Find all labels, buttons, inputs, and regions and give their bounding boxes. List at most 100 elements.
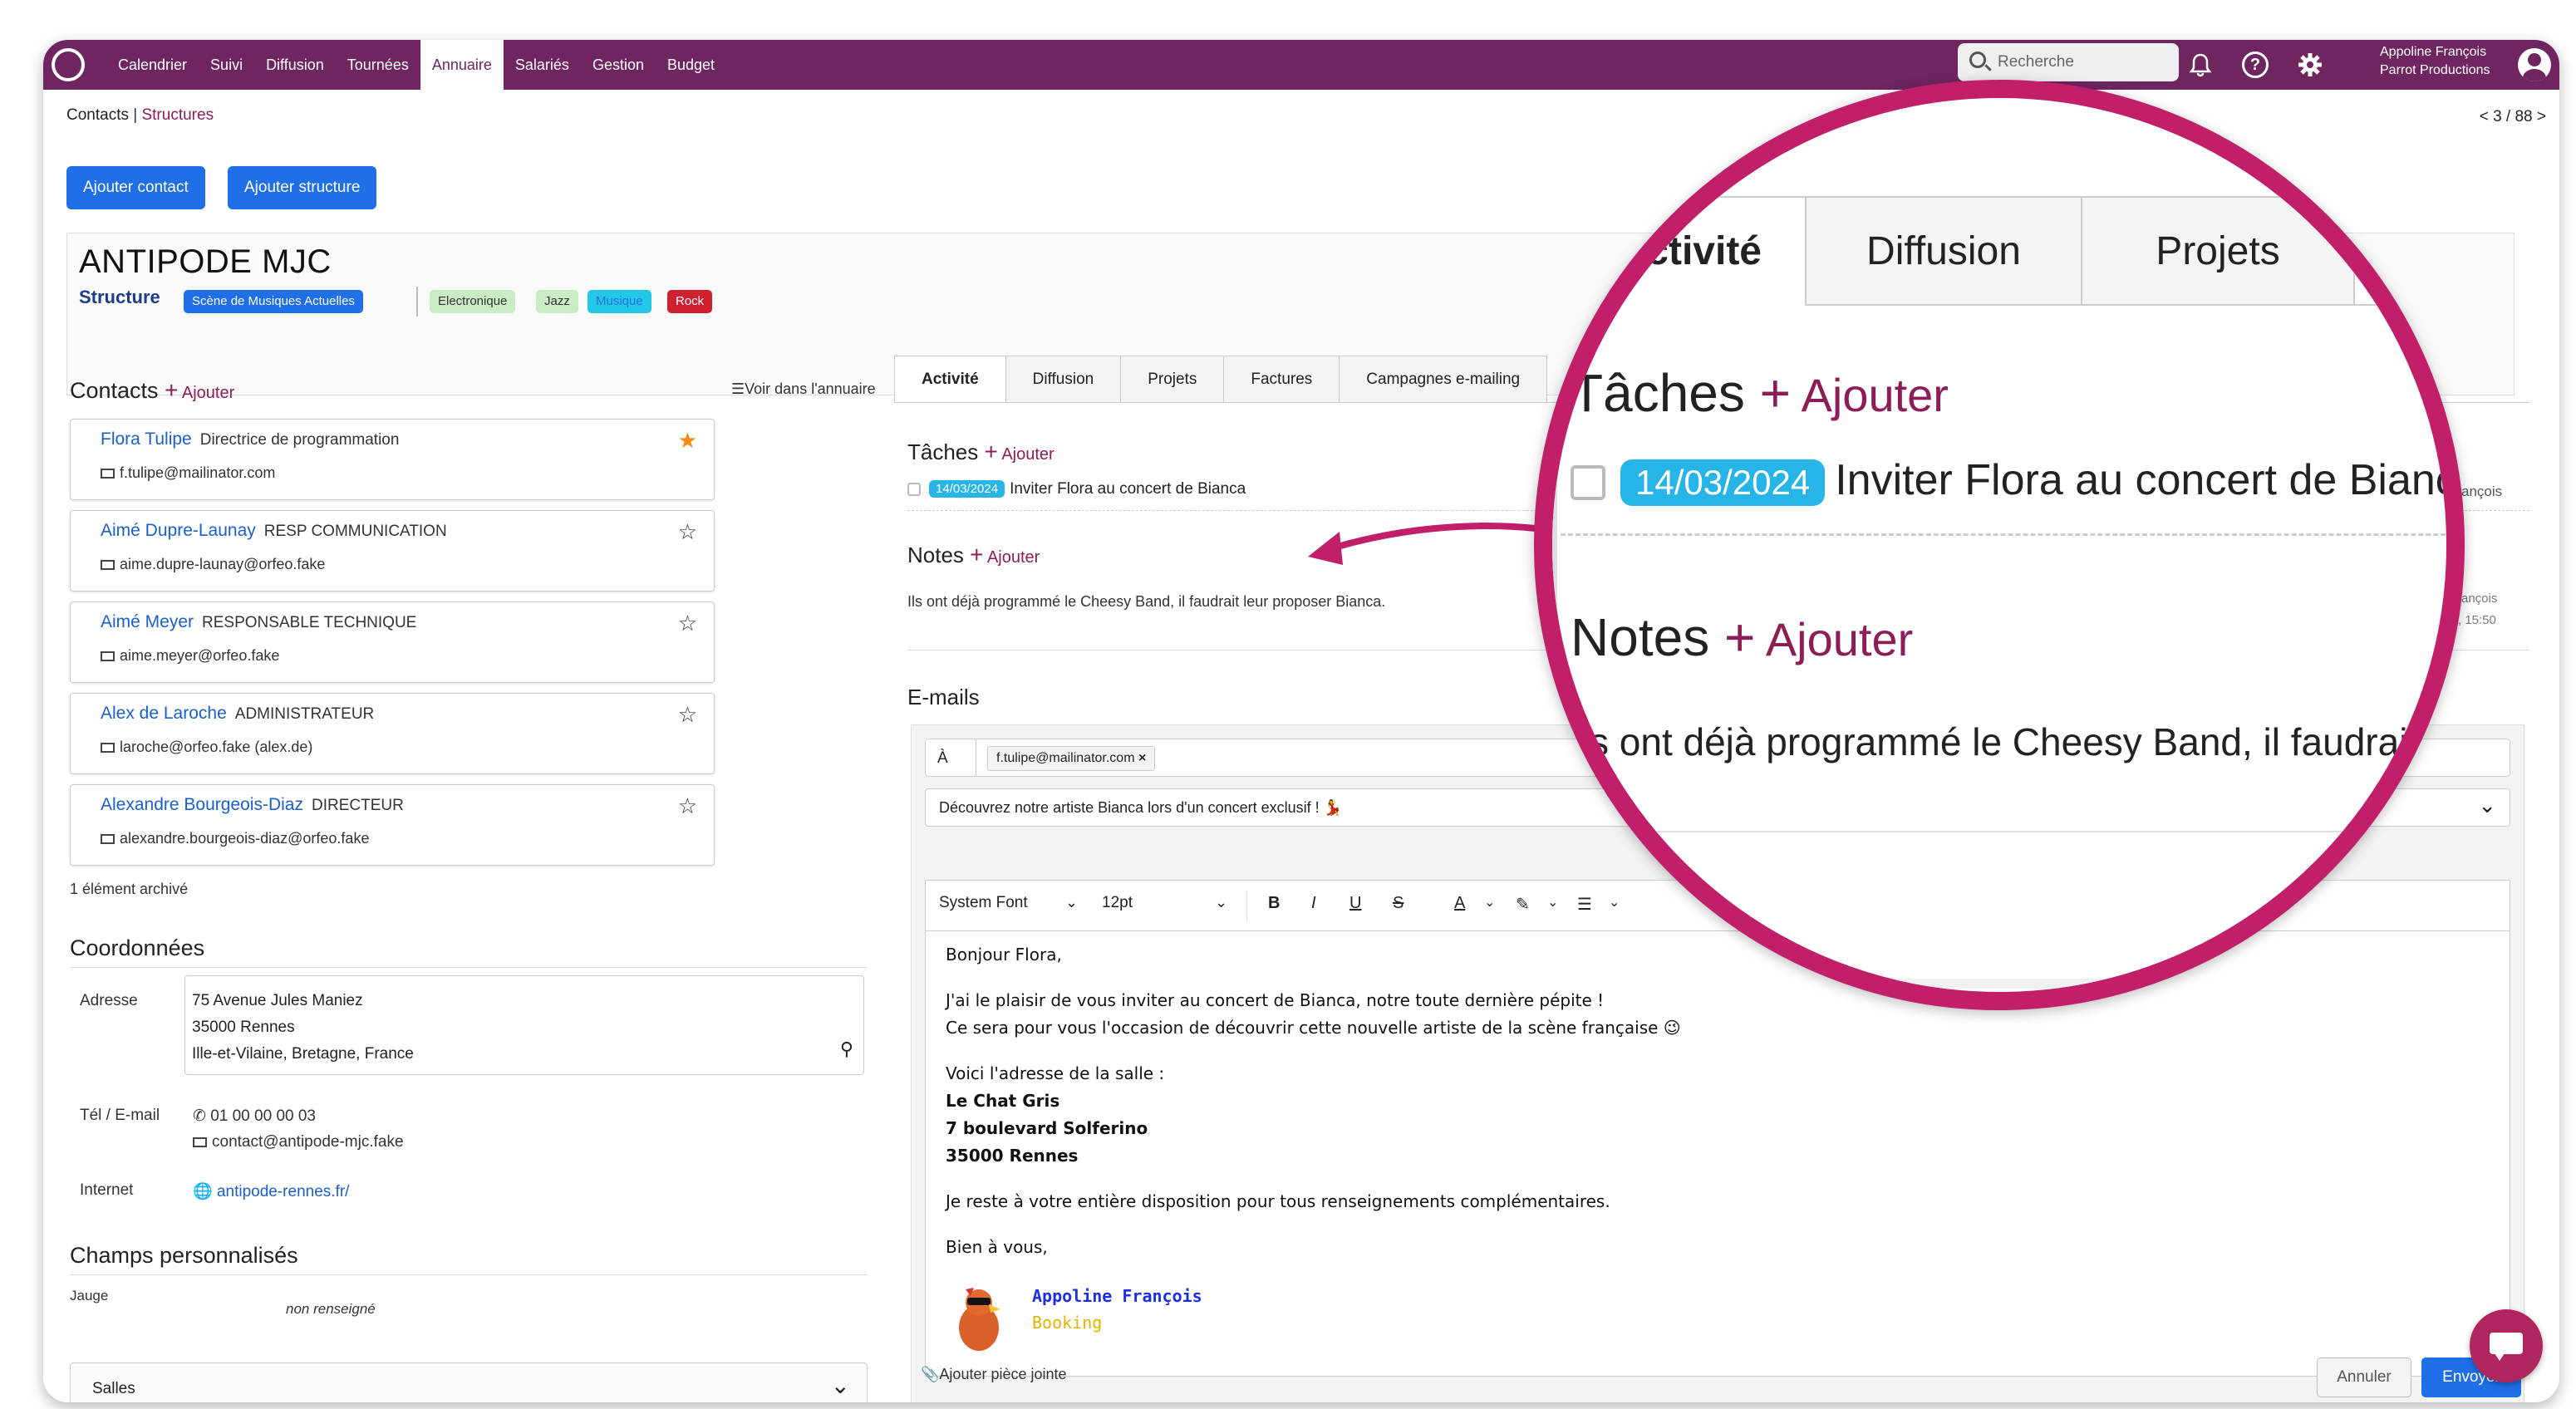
nav-tournees[interactable]: Tournées bbox=[336, 40, 420, 90]
contact-email[interactable]: aime.meyer@orfeo.fake bbox=[120, 647, 279, 664]
divider bbox=[1552, 304, 1805, 306]
strikethrough-icon[interactable]: S bbox=[1393, 894, 1404, 913]
map-pin-icon[interactable]: ⚲ bbox=[840, 1036, 853, 1063]
nav-salaries[interactable]: Salariés bbox=[504, 40, 581, 90]
add-contact-link-label: Ajouter bbox=[181, 384, 235, 402]
contact-name[interactable]: Alexandre Bourgeois-Diaz bbox=[101, 795, 303, 814]
chat-support-icon[interactable] bbox=[2470, 1309, 2543, 1382]
nav-suivi[interactable]: Suivi bbox=[199, 40, 254, 90]
zoom-task-date: 14/03/2024 bbox=[1620, 459, 1826, 507]
signature-role: Booking bbox=[1032, 1313, 1103, 1333]
divider bbox=[1561, 831, 2446, 832]
contact-email[interactable]: f.tulipe@mailinator.com bbox=[120, 464, 275, 481]
add-contact-link[interactable]: + Ajouter bbox=[165, 377, 235, 403]
website-link[interactable]: antipode-rennes.fr/ bbox=[217, 1183, 350, 1200]
chevron-down-icon[interactable]: ⌄ bbox=[2478, 793, 2496, 818]
parrot-logo bbox=[959, 1288, 1000, 1351]
star-outline-icon[interactable]: ☆ bbox=[678, 611, 697, 636]
italic-icon[interactable]: I bbox=[1311, 894, 1316, 913]
nav-gestion[interactable]: Gestion bbox=[581, 40, 656, 90]
tab-factures[interactable]: Factures bbox=[1223, 356, 1340, 402]
note-text[interactable]: Ils ont déjà programmé le Cheesy Band, i… bbox=[907, 593, 1385, 611]
phone-value[interactable]: 01 00 00 00 03 bbox=[210, 1107, 316, 1125]
notes-title: Notes bbox=[907, 542, 964, 567]
notes-heading: Notes + Ajouter bbox=[907, 542, 1040, 568]
contact-card[interactable]: Alexandre Bourgeois-Diaz DIRECTEUR alexan… bbox=[70, 784, 715, 866]
email-body-editor[interactable]: Bonjour Flora, J'ai le plaisir de vous i… bbox=[925, 931, 2510, 1377]
chevron-down-icon[interactable]: ⌄ bbox=[1609, 894, 1620, 911]
zoom-notes-title: Notes bbox=[1571, 607, 1710, 667]
view-directory-label: Voir dans l'annuaire bbox=[745, 380, 876, 397]
star-outline-icon[interactable]: ☆ bbox=[678, 519, 697, 545]
contact-name[interactable]: Flora Tulipe bbox=[101, 430, 192, 449]
star-outline-icon[interactable]: ☆ bbox=[678, 793, 697, 819]
breadcrumb-structures[interactable]: Structures bbox=[141, 106, 214, 124]
task-checkbox[interactable] bbox=[907, 482, 921, 496]
add-note-label: Ajouter bbox=[986, 548, 1040, 567]
venue-city: 35000 Rennes bbox=[946, 1146, 1079, 1166]
tab-projets[interactable]: Projets bbox=[1120, 356, 1225, 402]
view-directory-link[interactable]: ☰Voir dans l'annuaire bbox=[731, 380, 876, 398]
breadcrumb-contacts[interactable]: Contacts bbox=[66, 106, 129, 124]
email-closing: Bien à vous, bbox=[946, 1237, 1048, 1257]
contact-name[interactable]: Alex de Laroche bbox=[101, 704, 227, 723]
underline-icon[interactable]: U bbox=[1349, 894, 1361, 913]
structure-name: ANTIPODE MJC bbox=[79, 243, 332, 280]
tab-campagnes[interactable]: Campagnes e-mailing bbox=[1339, 356, 1548, 402]
add-contact-button[interactable]: Ajouter contact bbox=[66, 166, 205, 209]
recipient-chip[interactable]: f.tulipe@mailinator.com × bbox=[987, 746, 1156, 771]
zoom-tab-activite: ctivité bbox=[1552, 196, 1807, 304]
add-note-link[interactable]: + Ajouter bbox=[970, 542, 1040, 567]
to-label: À bbox=[937, 749, 948, 767]
nav-annuaire[interactable]: Annuaire bbox=[420, 40, 504, 90]
star-outline-icon[interactable]: ☆ bbox=[678, 702, 697, 728]
attach-label: Ajouter pièce jointe bbox=[939, 1366, 1067, 1382]
chevron-down-icon[interactable]: ⌄ bbox=[1065, 894, 1078, 911]
star-icon[interactable]: ★ bbox=[678, 428, 697, 454]
contact-email[interactable]: aime.dupre-launay@orfeo.fake bbox=[120, 556, 325, 572]
contact-name[interactable]: Aimé Meyer bbox=[101, 612, 194, 631]
tag-jazz: Jazz bbox=[536, 290, 578, 313]
contact-card[interactable]: Flora Tulipe Directrice de programmation … bbox=[70, 419, 715, 500]
text-color-icon[interactable]: A bbox=[1454, 894, 1465, 913]
structure-type: Structure bbox=[79, 287, 160, 307]
avatar[interactable] bbox=[2518, 48, 2551, 81]
contact-card[interactable]: Aimé Meyer RESPONSABLE TECHNIQUE aime.mey… bbox=[70, 601, 715, 683]
attach-file-link[interactable]: 📎Ajouter pièce jointe bbox=[921, 1366, 1067, 1383]
contact-name[interactable]: Aimé Dupre-Launay bbox=[101, 521, 256, 540]
contact-email[interactable]: alexandre.bourgeois-diaz@orfeo.fake bbox=[120, 830, 369, 847]
chevron-down-icon[interactable]: ⌄ bbox=[1215, 894, 1227, 911]
nav-calendrier[interactable]: Calendrier bbox=[106, 40, 199, 90]
search-input[interactable]: Recherche bbox=[1958, 43, 2179, 81]
note-author: ançois bbox=[2461, 592, 2498, 606]
archived-count[interactable]: 1 élément archivé bbox=[70, 881, 188, 898]
font-family-select[interactable]: System Font bbox=[939, 894, 1028, 912]
bold-icon[interactable]: B bbox=[1268, 894, 1280, 913]
user-menu[interactable]: Appoline François Parrot Productions bbox=[2380, 43, 2490, 80]
app-logo[interactable] bbox=[52, 48, 85, 81]
tab-activite[interactable]: Activité bbox=[894, 356, 1006, 402]
contact-card[interactable]: Alex de Laroche ADMINISTRATEUR laroche@or… bbox=[70, 693, 715, 774]
nav-budget[interactable]: Budget bbox=[656, 40, 726, 90]
cancel-button[interactable]: Annuler bbox=[2317, 1357, 2411, 1397]
contact-email[interactable]: laroche@orfeo.fake bbox=[120, 739, 250, 755]
contact-card[interactable]: Aimé Dupre-Launay RESP COMMUNICATION aime… bbox=[70, 510, 715, 592]
contact-email-value[interactable]: contact@antipode-mjc.fake bbox=[212, 1133, 404, 1151]
tab-diffusion[interactable]: Diffusion bbox=[1005, 356, 1122, 402]
highlight-icon[interactable]: ✎ bbox=[1516, 894, 1530, 915]
add-structure-button[interactable]: Ajouter structure bbox=[228, 166, 377, 209]
remove-recipient-icon[interactable]: × bbox=[1138, 751, 1146, 765]
gear-icon[interactable] bbox=[2297, 52, 2323, 78]
record-pager[interactable]: < 3 / 88 > bbox=[2480, 108, 2546, 126]
salles-accordion[interactable]: Salles ⌄ bbox=[70, 1362, 868, 1402]
nav-diffusion[interactable]: Diffusion bbox=[254, 40, 336, 90]
add-task-link[interactable]: + Ajouter bbox=[985, 439, 1054, 464]
help-icon[interactable]: ? bbox=[2242, 52, 2269, 78]
bullet-list-icon[interactable]: ☰ bbox=[1577, 894, 1592, 915]
chevron-down-icon[interactable]: ⌄ bbox=[1484, 894, 1495, 911]
task-text[interactable]: Inviter Flora au concert de Bianca bbox=[1010, 480, 1246, 498]
bell-icon[interactable] bbox=[2187, 52, 2214, 78]
divider bbox=[70, 1274, 868, 1275]
font-size-select[interactable]: 12pt bbox=[1102, 894, 1133, 912]
contacts-heading: Contacts + Ajouter bbox=[70, 377, 234, 404]
